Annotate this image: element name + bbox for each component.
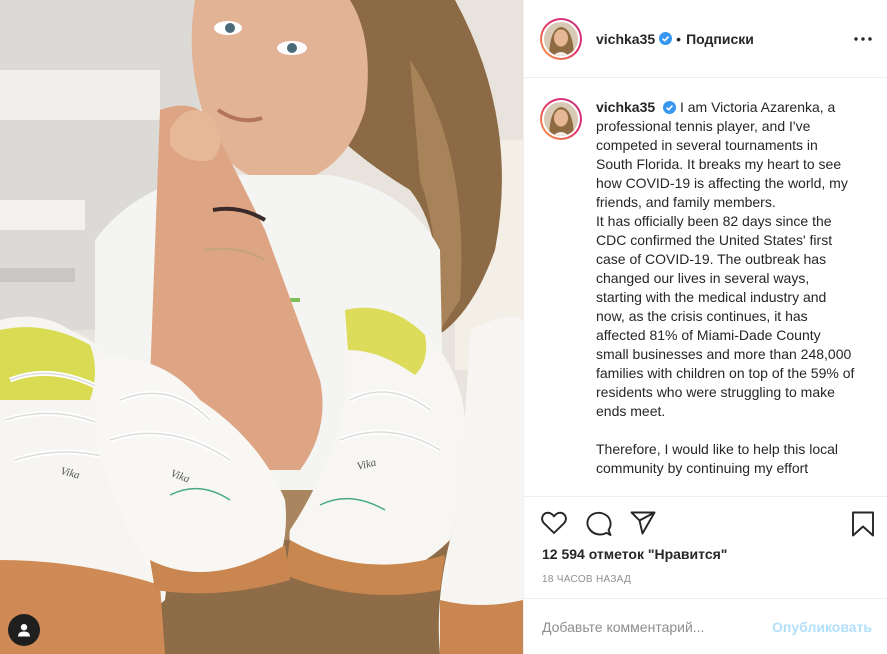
comment-input[interactable] [542,618,773,635]
caption-username[interactable]: vichka35 [596,99,655,115]
publish-button[interactable]: Опубликовать [772,619,872,635]
caption-avatar[interactable] [540,98,582,140]
header-avatar[interactable] [540,17,582,60]
verified-badge-icon [659,32,673,45]
caption-paragraph: vichka35 I am Victoria Azarenka, a profe… [596,98,856,212]
post-photo[interactable]: Vika Vika Vika [0,0,523,654]
share-icon [630,511,656,535]
avatar-image [544,21,578,56]
user-tag-icon [18,624,30,637]
bookmark-icon [852,511,874,537]
separator-dot: • [676,30,682,47]
post-side-panel: vichka35 • Подписки vichka35 I am Victor… [523,0,887,654]
caption-line-2: It has officially been 82 days since the… [596,213,855,419]
more-options-button[interactable] [852,28,874,50]
avatar-image [544,102,578,136]
post-timestamp[interactable]: 18 ЧАСОВ НАЗАД [542,574,631,585]
caption-text: vichka35 I am Victoria Azarenka, a profe… [596,98,856,478]
comment-button[interactable] [586,511,612,542]
post-header: vichka35 • Подписки [524,0,887,78]
more-options-icon [854,37,872,41]
like-button[interactable] [541,511,567,540]
share-button[interactable] [630,511,656,540]
caption-line-3: Therefore, I would like to help this loc… [596,441,839,476]
follow-status-button[interactable]: Подписки [686,31,754,47]
comment-icon [586,511,612,536]
verified-badge-icon [663,101,677,114]
caption-area[interactable]: vichka35 I am Victoria Azarenka, a profe… [524,78,887,496]
likes-count[interactable]: 12 594 отметок "Нравится" [542,546,727,562]
post-actions: 12 594 отметок "Нравится" 18 ЧАСОВ НАЗАД [524,496,887,598]
caption-line-1: I am Victoria Azarenka, a professional t… [596,99,848,210]
post-image: Vika Vika Vika [0,0,523,654]
comment-form: Опубликовать [524,598,887,654]
save-button[interactable] [851,511,875,542]
user-tag-button[interactable] [8,614,40,646]
heart-icon [541,511,567,534]
caption-row: vichka35 I am Victoria Azarenka, a profe… [540,98,872,478]
header-username[interactable]: vichka35 [596,31,655,47]
